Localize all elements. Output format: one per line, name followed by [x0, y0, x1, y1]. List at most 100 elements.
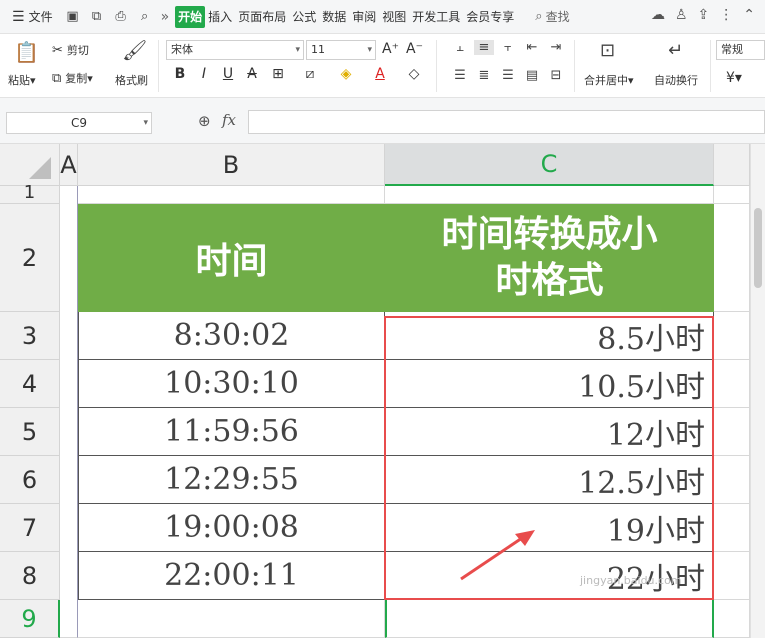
fill-color-icon[interactable]: ◈ [336, 66, 356, 82]
tab-formulas[interactable]: 公式 [289, 6, 319, 28]
border-icon[interactable]: ⊞ [268, 66, 288, 82]
cell-b4[interactable]: 10:30:10 [78, 360, 385, 408]
decrease-font-icon[interactable]: A⁻ [406, 41, 423, 57]
formula-input[interactable] [248, 110, 765, 134]
column-header-c[interactable]: C [385, 144, 714, 186]
file-menu-button[interactable]: ☰ 文件 [6, 5, 59, 29]
cell-c2-header[interactable]: 时间转换成小时格式 [385, 204, 714, 312]
save-icon[interactable]: ▣ [63, 7, 83, 27]
align-left-icon[interactable]: ☰ [450, 68, 470, 83]
cell-c6[interactable]: 12.5小时 [385, 456, 714, 504]
tab-insert[interactable]: 插入 [205, 6, 235, 28]
tab-home[interactable]: 开始 [175, 5, 206, 28]
merge-center-button[interactable]: 合并居中 ▾ [584, 72, 634, 88]
paste-button[interactable]: 粘贴 ▾ [8, 72, 36, 88]
align-top-icon[interactable]: ⫠ [450, 40, 470, 55]
font-size-select[interactable]: 11 ▾ [306, 40, 376, 60]
row-header-6[interactable]: 6 [0, 456, 60, 504]
cell-b7[interactable]: 19:00:08 [78, 504, 385, 552]
tab-member[interactable]: 会员专享 [463, 6, 517, 28]
collab-user-icon[interactable]: ♙ [675, 7, 688, 23]
font-name-select[interactable]: 宋体 ▾ [166, 40, 304, 60]
name-box[interactable]: C9 ▾ [6, 112, 152, 134]
cell-c9-selected[interactable] [385, 600, 714, 638]
cell-b1[interactable] [78, 186, 385, 204]
format-painter-button[interactable]: 格式刷 [115, 72, 148, 88]
print-preview-icon[interactable]: ⌕ [135, 7, 155, 27]
cell-b8[interactable]: 22:00:11 [78, 552, 385, 600]
cloud-sync-icon[interactable]: ☁ [651, 7, 665, 23]
distributed-icon[interactable]: ⊟ [546, 68, 566, 83]
copy-button[interactable]: ⧉ 复制 ▾ [52, 70, 93, 86]
strikethrough-icon[interactable]: A [242, 66, 262, 82]
column-header-a[interactable]: A [60, 144, 78, 186]
tab-developer[interactable]: 开发工具 [409, 6, 463, 28]
wrap-text-button[interactable]: 自动换行 [654, 72, 698, 88]
more-icon[interactable]: ⋮ [719, 7, 733, 23]
cell-d3[interactable] [714, 312, 750, 360]
indent-icon[interactable]: ⇥ [546, 40, 566, 55]
vertical-scrollbar[interactable] [750, 144, 765, 638]
cell-c7[interactable]: 19小时 [385, 504, 714, 552]
align-bottom-icon[interactable]: ⫟ [498, 40, 518, 55]
align-middle-icon[interactable]: ≡ [474, 40, 494, 55]
cell-c1[interactable] [385, 186, 714, 204]
wrap-text-icon[interactable]: ↵ [668, 40, 683, 61]
cell-c3[interactable]: 8.5小时 [385, 312, 714, 360]
cell-b2-header[interactable]: 时间 [78, 204, 385, 312]
cell-d2[interactable] [714, 204, 750, 312]
row-header-7[interactable]: 7 [0, 504, 60, 552]
zoom-icon[interactable]: ⊕ [198, 112, 211, 130]
cell-d4[interactable] [714, 360, 750, 408]
row-header-9[interactable]: 9 [0, 600, 60, 638]
clear-format-icon[interactable]: ◇ [404, 66, 424, 82]
tab-review[interactable]: 审阅 [349, 6, 379, 28]
row-header-2[interactable]: 2 [0, 204, 60, 312]
column-a-cells[interactable] [60, 186, 78, 638]
cell-d9[interactable] [714, 600, 750, 638]
export-icon[interactable]: ⧉ [87, 7, 107, 27]
font-color-icon[interactable]: A [370, 66, 390, 82]
align-center-icon[interactable]: ≣ [474, 68, 494, 83]
cell-b9[interactable] [78, 600, 385, 638]
brush-icon[interactable]: 🖌 [122, 38, 147, 62]
number-format-select[interactable]: 常规 [716, 40, 765, 60]
outdent-icon[interactable]: ⇤ [522, 40, 542, 55]
cell-b6[interactable]: 12:29:55 [78, 456, 385, 504]
increase-font-icon[interactable]: A⁺ [382, 41, 399, 57]
print-icon[interactable]: ⎙ [111, 7, 131, 27]
column-header-b[interactable]: B [78, 144, 385, 186]
share-icon[interactable]: ⇪ [698, 7, 710, 23]
select-all-corner[interactable] [0, 144, 60, 186]
collapse-ribbon-icon[interactable]: ⌃ [743, 7, 755, 23]
cell-d1[interactable] [714, 186, 750, 204]
cell-c4[interactable]: 10.5小时 [385, 360, 714, 408]
more-chevron-icon[interactable]: » [161, 9, 170, 25]
cell-d8[interactable] [714, 552, 750, 600]
fx-icon[interactable]: fx [222, 111, 236, 129]
underline-icon[interactable]: U [218, 66, 238, 82]
cell-c5[interactable]: 12小时 [385, 408, 714, 456]
row-header-4[interactable]: 4 [0, 360, 60, 408]
justify-icon[interactable]: ▤ [522, 68, 542, 83]
tab-view[interactable]: 视图 [379, 6, 409, 28]
search-box[interactable]: ⌕ 查找 [535, 8, 569, 25]
tab-page-layout[interactable]: 页面布局 [235, 6, 289, 28]
cell-b5[interactable]: 11:59:56 [78, 408, 385, 456]
row-header-3[interactable]: 3 [0, 312, 60, 360]
cell-d7[interactable] [714, 504, 750, 552]
fill-style-icon[interactable]: ⧄ [300, 66, 320, 82]
tab-data[interactable]: 数据 [319, 6, 349, 28]
scrollbar-thumb[interactable] [754, 208, 762, 288]
currency-button[interactable]: ¥ ▾ [726, 70, 742, 86]
row-header-5[interactable]: 5 [0, 408, 60, 456]
row-header-1[interactable]: 1 [0, 182, 60, 204]
cell-d6[interactable] [714, 456, 750, 504]
align-right-icon[interactable]: ☰ [498, 68, 518, 83]
merge-cells-icon[interactable]: ⊡ [600, 40, 615, 61]
column-header-d[interactable] [714, 144, 750, 186]
cut-button[interactable]: ✂ 剪切 [52, 42, 89, 58]
bold-icon[interactable]: B [170, 66, 190, 82]
cell-b3[interactable]: 8:30:02 [78, 312, 385, 360]
row-header-8[interactable]: 8 [0, 552, 60, 600]
